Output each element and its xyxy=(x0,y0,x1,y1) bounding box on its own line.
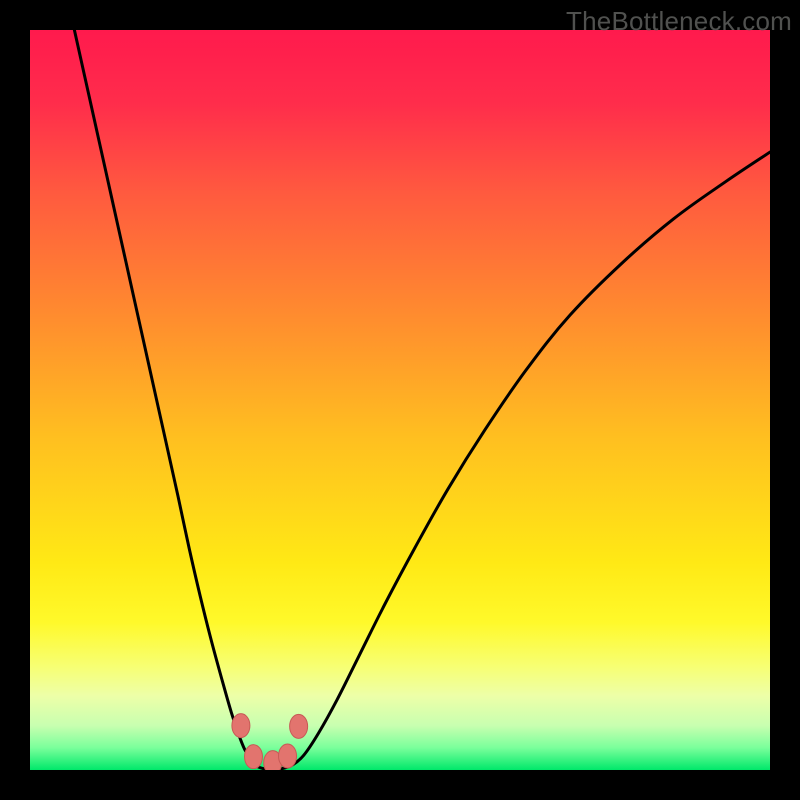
valley-marker-0 xyxy=(232,714,250,738)
plot-area xyxy=(30,30,770,770)
watermark-text: TheBottleneck.com xyxy=(566,6,792,37)
valley-marker-3 xyxy=(279,744,297,768)
valley-marker-1 xyxy=(244,745,262,769)
chart-frame: TheBottleneck.com xyxy=(0,0,800,800)
valley-marker-4 xyxy=(290,714,308,738)
plot-svg xyxy=(30,30,770,770)
gradient-background xyxy=(30,30,770,770)
